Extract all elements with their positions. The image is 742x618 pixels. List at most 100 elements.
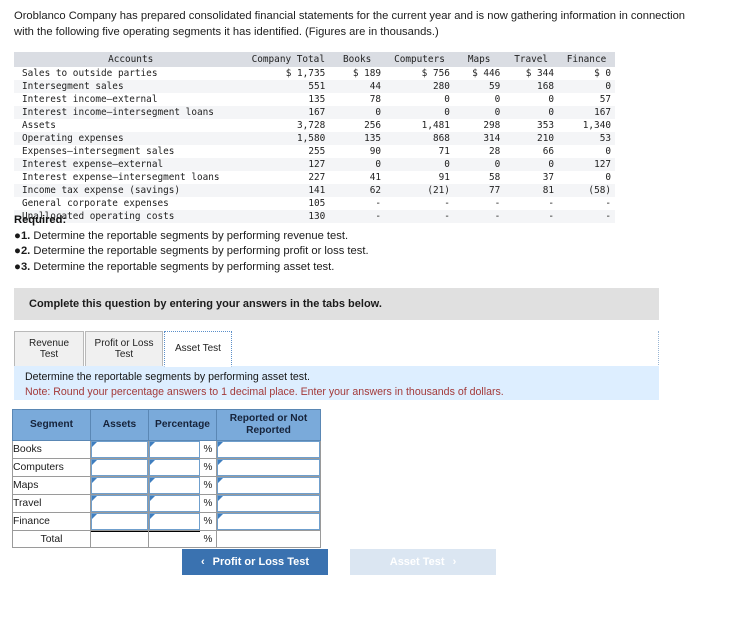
reported-select[interactable] <box>217 513 320 530</box>
financial-cell: 105 <box>247 197 330 210</box>
financial-data-table: Accounts Company Total Books Computers M… <box>14 52 615 223</box>
tab-revenue-test[interactable]: Revenue Test <box>14 331 84 367</box>
fin-col-company-total: Company Total <box>247 52 330 67</box>
complete-question-text: Complete this question by entering your … <box>29 298 382 310</box>
total-assets-cell <box>90 530 149 548</box>
financial-cell: 227 <box>247 171 330 184</box>
financial-row: Intersegment sales 551 44 280 59 168 0 <box>14 80 615 93</box>
ans-col-percentage: Percentage <box>148 409 217 441</box>
financial-cell: 28 <box>453 145 505 158</box>
financial-cell: $ 1,735 <box>247 67 330 80</box>
financial-cell: (21) <box>385 184 454 197</box>
fin-col-travel: Travel <box>504 52 558 67</box>
prev-button-label: Profit or Loss Test <box>212 556 310 568</box>
percentage-input[interactable] <box>149 459 200 476</box>
financial-cell: 91 <box>385 171 454 184</box>
percentage-input[interactable] <box>149 513 200 530</box>
financial-cell: $ 756 <box>385 67 454 80</box>
next-button-label: Asset Test <box>389 556 445 568</box>
ans-col-assets: Assets <box>90 409 149 441</box>
asset-test-answer-table: Segment Assets Percentage Reported or No… <box>12 409 321 548</box>
financial-cell: 0 <box>329 106 386 119</box>
answer-header-row: Segment Assets Percentage Reported or No… <box>12 409 321 441</box>
financial-row-label: Interest income–external <box>14 93 248 106</box>
segment-label: Finance <box>12 512 91 531</box>
required-item: ●1. Determine the reportable segments by… <box>14 229 534 245</box>
answer-table-total-row: Total% <box>12 530 321 548</box>
financial-row: Expenses–intersegment sales 255 90 71 28 66 0 <box>14 145 615 158</box>
next-asset-test-button[interactable]: Asset Test › <box>350 549 496 575</box>
answer-tabs: Revenue Test Profit or Loss Test Asset T… <box>14 329 659 367</box>
financial-cell: 37 <box>504 171 558 184</box>
reported-cell <box>216 458 321 477</box>
financial-cell: 78 <box>329 93 386 106</box>
financial-cell: 1,481 <box>385 119 454 132</box>
tab-profit-or-loss-test[interactable]: Profit or Loss Test <box>85 331 163 367</box>
financial-row: General corporate expenses 105- - - - - <box>14 197 615 210</box>
total-percentage-value <box>149 531 200 547</box>
financial-cell: 551 <box>247 80 330 93</box>
financial-cell: 53 <box>557 132 615 145</box>
financial-cell: (58) <box>557 184 615 197</box>
financial-cell: 0 <box>504 106 558 119</box>
financial-row-label: Interest expense–intersegment loans <box>14 171 248 184</box>
reported-select[interactable] <box>217 441 320 458</box>
financial-cell: 0 <box>453 158 505 171</box>
tab-asset-test[interactable]: Asset Test <box>164 331 232 367</box>
bullet-icon: ● <box>14 260 21 273</box>
assets-input[interactable] <box>91 513 148 530</box>
reported-select[interactable] <box>217 477 320 494</box>
assets-input[interactable] <box>91 459 148 476</box>
ans-col-segment: Segment <box>12 409 91 441</box>
percentage-input[interactable] <box>149 441 200 458</box>
financial-cell: 58 <box>453 171 505 184</box>
segment-label: Travel <box>12 494 91 513</box>
financial-cell: 59 <box>453 80 505 93</box>
answer-table-row: Books% <box>12 440 321 459</box>
percent-sign: % <box>203 462 213 473</box>
reported-select[interactable] <box>217 495 320 512</box>
percentage-input[interactable] <box>149 495 200 512</box>
percentage-input[interactable] <box>149 477 200 494</box>
financial-row: Interest income–intersegment loans 167 0 0 0… <box>14 106 615 119</box>
assets-cell <box>90 512 149 531</box>
financial-cell: 141 <box>247 184 330 197</box>
financial-cell: - <box>557 210 615 223</box>
financial-cell: 71 <box>385 145 454 158</box>
financial-row: Assets 3,728 256 1,481 298 353 1,340 <box>14 119 615 132</box>
financial-cell: 77 <box>453 184 505 197</box>
financial-cell: - <box>385 197 454 210</box>
financial-cell: 0 <box>385 106 454 119</box>
percent-sign: % <box>203 444 213 455</box>
bullet-icon: ● <box>14 245 21 257</box>
financial-row-label: Operating expenses <box>14 132 248 145</box>
assets-input[interactable] <box>91 477 148 494</box>
financial-cell: 81 <box>504 184 558 197</box>
fin-col-computers: Computers <box>385 52 454 67</box>
assets-input[interactable] <box>91 495 148 512</box>
financial-cell: 127 <box>247 158 330 171</box>
required-item: ●2. Determine the reportable segments by… <box>14 244 534 260</box>
reported-cell <box>216 494 321 513</box>
answer-table-row: Computers% <box>12 458 321 477</box>
financial-cell: 280 <box>385 80 454 93</box>
percentage-cell: % <box>148 458 217 477</box>
financial-cell: 0 <box>453 106 505 119</box>
fin-col-accounts: Accounts <box>14 52 248 67</box>
financial-cell: - <box>557 197 615 210</box>
prev-profit-or-loss-test-button[interactable]: ‹ Profit or Loss Test <box>182 549 328 575</box>
financial-row-label: Expenses–intersegment sales <box>14 145 248 158</box>
reported-select[interactable] <box>217 459 320 476</box>
total-percent-sign: % <box>203 533 213 545</box>
percentage-cell: % <box>148 494 217 513</box>
financial-row: Sales to outside parties $ 1,735 $ 189 $ 75… <box>14 67 615 80</box>
required-section: Required: ●1. Determine the reportable s… <box>14 213 534 275</box>
financial-cell: 66 <box>504 145 558 158</box>
financial-cell: 0 <box>453 93 505 106</box>
navigation-buttons: ‹ Profit or Loss Test Asset Test › <box>182 549 496 575</box>
required-item-text: Determine the reportable segments by per… <box>33 245 369 257</box>
assets-input[interactable] <box>91 441 148 458</box>
financial-cell: 0 <box>557 145 615 158</box>
financial-cell: 0 <box>504 158 558 171</box>
financial-cell: 256 <box>329 119 386 132</box>
